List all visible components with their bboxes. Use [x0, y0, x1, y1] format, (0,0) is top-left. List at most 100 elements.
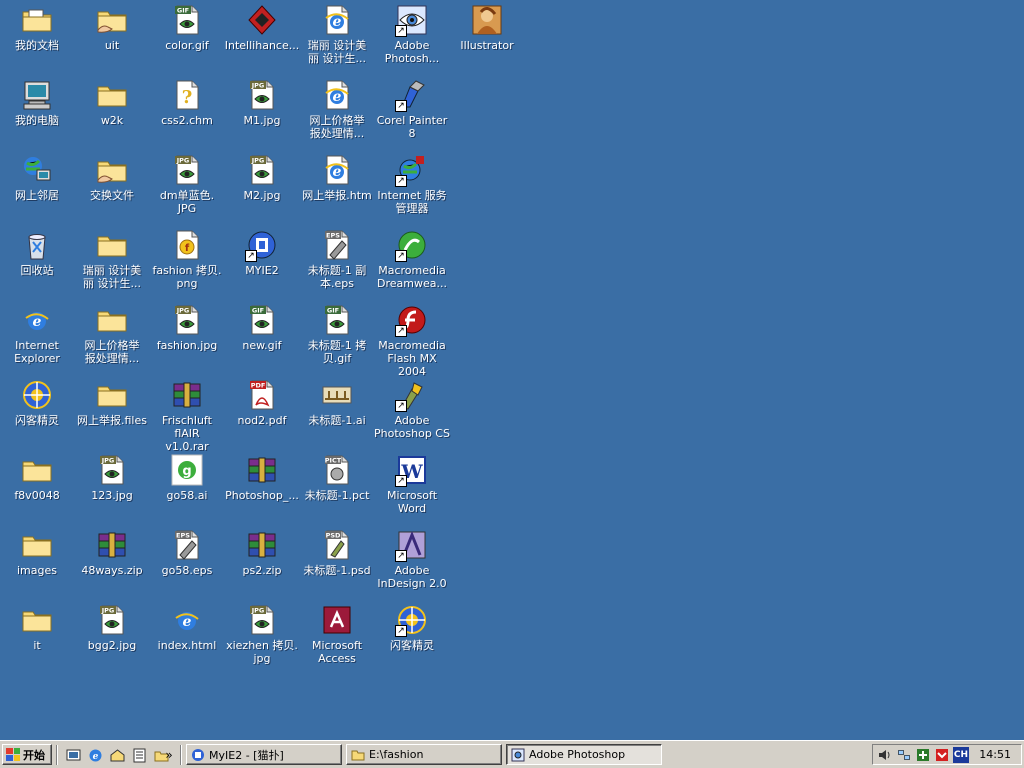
jpg-file-icon: JPG↗	[96, 454, 128, 486]
desktop-icon[interactable]: ↗ MYIE2	[225, 227, 299, 299]
desktop-icon[interactable]: ↗ f8v0048	[0, 452, 74, 524]
desktop-icon[interactable]: JPG↗ 123.jpg	[75, 452, 149, 524]
network-icon[interactable]	[896, 747, 912, 763]
desktop-icon[interactable]: e↗ 网上价格举 报处理情...	[300, 77, 374, 149]
flash-decompiler-icon: ↗	[395, 604, 428, 637]
desktop-icon-label: Macromedia Flash MX 2004	[378, 339, 446, 378]
desktop-icon[interactable]: ↗ 瑞丽 设计美 丽 设计生...	[75, 227, 149, 299]
desktop-icon[interactable]: ↗ Macromedia Dreamwea...	[375, 227, 449, 299]
desktop-icon[interactable]: ↗ 我的电脑	[0, 77, 74, 149]
desktop-icon[interactable]: ↗ 交换文件	[75, 152, 149, 224]
taskbar-button[interactable]: Adobe Photoshop	[506, 744, 662, 765]
desktop-icon[interactable]: ↗ Adobe Photosh...	[375, 2, 449, 74]
desktop-icon[interactable]: JPG↗ bgg2.jpg	[75, 602, 149, 674]
desktop-icon[interactable]: ↗ 网上价格举 报处理情...	[75, 302, 149, 374]
desktop-icon[interactable]: JPG↗ xiezhen 拷贝. jpg	[225, 602, 299, 674]
desktop-icon[interactable]: ↗ Adobe InDesign 2.0	[375, 527, 449, 599]
desktop-icon[interactable]: ↗Frischluft flAIR v1.0.rar	[150, 377, 224, 453]
desktop-icon[interactable]: ↗ it	[0, 602, 74, 674]
desktop-icon[interactable]	[64, 746, 82, 764]
jpg-file-icon: JPG↗	[171, 154, 203, 186]
archive-icon: ↗	[246, 454, 278, 486]
desktop-icon[interactable]: JPG↗ M2.jpg	[225, 152, 299, 224]
desktop-icon-label: fashion 拷贝. png	[152, 264, 222, 290]
desktop-icon[interactable]: JPG↗ M1.jpg	[225, 77, 299, 149]
quick-launch-more-button[interactable]: »	[160, 746, 178, 764]
volume-icon[interactable]	[877, 747, 893, 763]
security-shield-icon[interactable]	[934, 747, 950, 763]
desktop-icon[interactable]: e↗ index.html	[150, 602, 224, 674]
desktop-icon[interactable]: f↗ fashion 拷贝. png	[150, 227, 224, 299]
desktop-icon[interactable]: ↗ 48ways.zip	[75, 527, 149, 599]
desktop-icon[interactable]: ↗ uit	[75, 2, 149, 74]
desktop-icon[interactable]: GIF↗ color.gif	[150, 2, 224, 74]
svg-text:JPG: JPG	[176, 157, 190, 165]
desktop-icon[interactable]: ↗ ps2.zip	[225, 527, 299, 599]
html-document-icon: e↗	[321, 154, 353, 186]
desktop-icon[interactable]: ↗ 回收站	[0, 227, 74, 299]
input-language-indicator[interactable]: CH	[953, 746, 969, 763]
desktop-icon[interactable]: ↗ Intellihance...	[225, 2, 299, 74]
jpg-file-icon: JPG↗	[246, 79, 278, 111]
desktop-icon[interactable]: ↗ Corel Painter 8	[375, 77, 449, 149]
taskbar-button[interactable]: MyIE2 - [猫扑]	[186, 744, 342, 765]
desktop-icon[interactable]: ↗ Microsoft Access	[300, 602, 374, 674]
desktop-icon[interactable]: JPG↗ dm单蓝色. JPG	[150, 152, 224, 224]
jpg-file-icon: JPG↗	[246, 154, 278, 186]
start-button[interactable]: 开始	[2, 744, 52, 765]
flash-icon: ↗	[395, 304, 428, 337]
desktop-icon[interactable]: GIF↗ new.gif	[225, 302, 299, 374]
desktop-icon[interactable]: g↗ go58.ai	[150, 452, 224, 524]
desktop-icon[interactable]: ↗ w2k	[75, 77, 149, 149]
recycle-bin-icon: ↗	[21, 229, 53, 261]
desktop-icon[interactable]: W ↗ Microsoft Word	[375, 452, 449, 524]
desktop-icon-label: images	[17, 564, 57, 577]
desktop-icon[interactable]: PDF↗ nod2.pdf	[225, 377, 299, 449]
desktop-icon[interactable]: EPS↗ 未标题-1 副 本.eps	[300, 227, 374, 299]
desktop-icon-label: Adobe Photosh...	[384, 39, 440, 65]
desktop-icon[interactable]: PSD↗ 未标题-1.psd	[300, 527, 374, 599]
desktop-icon[interactable]: ↗ 网上邻居	[0, 152, 74, 224]
desktop-icon-label: color.gif	[165, 39, 209, 52]
desktop-icon[interactable]: GIF↗ 未标题-1 拷 贝.gif	[300, 302, 374, 374]
desktop-icon[interactable]: ↗ Internet 服务 管理器	[375, 152, 449, 224]
desktop-icon[interactable]: e↗ 网上举报.htm	[300, 152, 374, 224]
desktop-icon-label: 交换文件	[90, 189, 134, 202]
desktop-icon[interactable]: ↗ Macromedia Flash MX 2004	[375, 302, 449, 378]
internet-explorer-icon: e↗	[21, 304, 53, 336]
desktop-icon[interactable]: EPS↗ go58.eps	[150, 527, 224, 599]
taskbar-button-label: MyIE2 - [猫扑]	[209, 748, 284, 762]
desktop-icon[interactable]: ↗ 未标题-1.ai	[300, 377, 374, 449]
desktop-icon[interactable]: ?↗ css2.chm	[150, 77, 224, 149]
desktop-icon[interactable]: JPG↗ fashion.jpg	[150, 302, 224, 374]
shortcut-arrow-icon: ↗	[395, 625, 407, 637]
desktop-icon-label: Microsoft Access	[311, 639, 363, 665]
desktop-icon[interactable]: ↗ Illustrator	[450, 2, 524, 74]
indesign-icon: ↗	[395, 529, 428, 562]
svg-text:EPS: EPS	[176, 532, 190, 540]
folder-icon	[351, 748, 365, 762]
desktop-icon[interactable]: PICT↗ 未标题-1.pct	[300, 452, 374, 524]
desktop-icon-label: 未标题-1 拷 贝.gif	[307, 339, 367, 365]
outlook-icon[interactable]	[108, 746, 126, 764]
ie-icon[interactable]: e	[86, 746, 104, 764]
taskbar-button-label: Adobe Photoshop	[529, 748, 626, 761]
desktop-icon[interactable]: ↗ images	[0, 527, 74, 599]
desktop-icon[interactable]: ↗ 我的文档	[0, 2, 74, 74]
desktop-icon[interactable]: ↗ 闪客精灵	[375, 602, 449, 674]
taskbar-button[interactable]: E:\fashion	[346, 744, 502, 765]
shortcut-arrow-icon: ↗	[395, 175, 407, 187]
desktop-icon[interactable]: ↗ Photoshop_...	[225, 452, 299, 524]
desktop-icon[interactable]: ↗ 网上举报.files	[75, 377, 149, 449]
desktop-icon[interactable]: ↗ 闪客精灵	[0, 377, 74, 449]
desktop-icon-label: Adobe InDesign 2.0	[377, 564, 447, 590]
photoshop-cs-icon: ↗	[395, 379, 428, 412]
shortcut-arrow-icon: ↗	[395, 325, 407, 337]
notepad-icon[interactable]	[130, 746, 148, 764]
desktop-icon[interactable]: e↗ 瑞丽 设计美 丽 设计生...	[300, 2, 374, 74]
desktop-icon[interactable]: e↗ Internet Explorer	[0, 302, 74, 374]
desktop[interactable]: ↗我的文档↗我的电脑↗网上邻居↗回收站e↗Internet Explorer↗闪…	[0, 0, 1024, 740]
desktop-icon[interactable]: ↗ Adobe Photoshop CS	[374, 377, 450, 449]
desktop-icon-label: css2.chm	[161, 114, 213, 127]
antivirus-icon[interactable]	[915, 747, 931, 763]
